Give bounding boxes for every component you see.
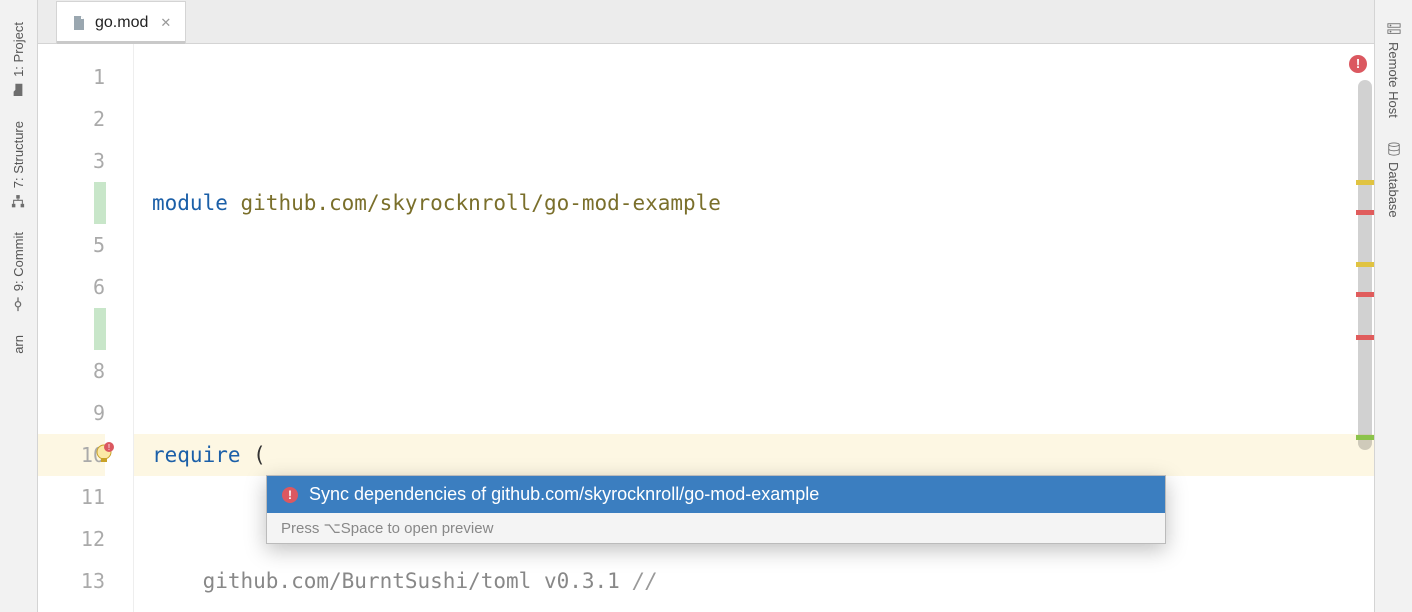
intention-popup: ! Sync dependencies of github.com/skyroc… [266,475,1166,544]
close-icon[interactable]: ✕ [160,15,171,31]
rail-database[interactable]: Database [1382,130,1405,230]
structure-icon [12,194,26,208]
rail-project[interactable]: 1: Project [7,10,30,109]
svg-text:!: ! [288,488,292,502]
line-number: ! 10 [38,434,105,476]
code-line: github.com/BurntSushi/toml v0.3.1 // [152,560,1374,602]
warning-stripe[interactable] [1356,262,1374,267]
rail-label: Database [1386,162,1401,218]
rail-label: 9: Commit [11,232,26,291]
line-number: 12 [38,518,105,560]
right-tool-rail: Remote Host Database [1374,0,1412,612]
line-number: 2 [38,98,105,140]
line-number: 7 [38,308,105,350]
commit-icon [12,297,26,311]
remote-icon [1387,22,1401,36]
tab-go-mod[interactable]: go.mod ✕ [56,1,186,43]
tab-filename: go.mod [95,14,148,32]
rail-remote-host[interactable]: Remote Host [1382,10,1405,130]
line-number: 5 [38,224,105,266]
error-icon: ! [281,486,299,504]
rail-learn[interactable]: arn [7,323,30,366]
database-icon [1387,142,1401,156]
intention-hint: Press ⌥Space to open preview [267,513,1165,543]
code-line [152,308,1374,350]
line-number: 3 [38,140,105,182]
intention-bulb-icon[interactable]: ! [92,442,116,466]
rail-commit[interactable]: 9: Commit [7,220,30,323]
rail-label: arn [11,335,26,354]
svg-text:!: ! [1356,56,1360,71]
line-number: 6 [38,266,105,308]
rail-structure[interactable]: 7: Structure [7,109,30,220]
line-number: 9 [38,392,105,434]
svg-text:!: ! [108,443,110,452]
folder-icon [12,83,26,97]
error-stripe[interactable] [1356,292,1374,297]
line-number: 11 [38,476,105,518]
line-number: 4 [38,182,105,224]
line-number: 1 [38,56,105,98]
vcs-change-marker [94,182,106,224]
intention-action[interactable]: ! Sync dependencies of github.com/skyroc… [267,476,1165,513]
error-indicator-icon[interactable]: ! [1348,54,1368,74]
rail-label: 1: Project [11,22,26,77]
vcs-change-marker [94,308,106,350]
left-tool-rail: 1: Project 7: Structure 9: Commit arn [0,0,38,612]
line-gutter: 1 2 3 4 5 6 7 8 9 ! 10 11 12 13 [38,44,134,612]
file-icon [71,15,87,31]
intention-title: Sync dependencies of github.com/skyrockn… [309,484,819,505]
editor-tabbar: go.mod ✕ [38,0,1374,44]
rail-label: 7: Structure [11,121,26,188]
line-number: 13 [38,560,105,602]
code-line: require ( [152,434,1374,476]
code-line: module github.com/skyrocknroll/go-mod-ex… [152,182,1374,224]
rail-label: Remote Host [1386,42,1401,118]
line-number: 8 [38,350,105,392]
